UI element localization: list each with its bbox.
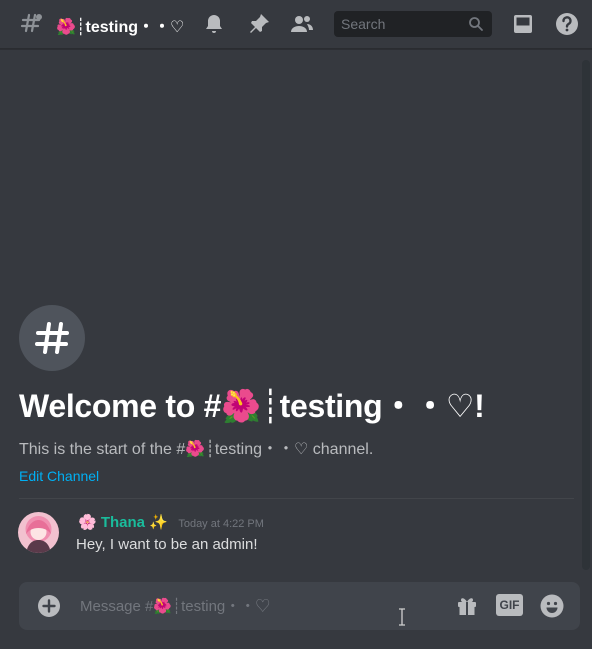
inbox-icon[interactable]	[511, 12, 535, 36]
scrollbar[interactable]	[582, 60, 590, 570]
message-header: 🌸 Thana ✨ Today at 4:22 PM	[78, 513, 264, 532]
add-attachment-icon[interactable]	[38, 595, 60, 617]
channel-title: 🌺┊testing・・♡	[56, 19, 185, 36]
help-icon[interactable]	[555, 12, 579, 36]
bell-icon[interactable]	[202, 12, 226, 36]
username[interactable]: 🌸 Thana ✨	[78, 514, 168, 531]
pin-icon[interactable]	[247, 12, 271, 36]
search-input[interactable]	[334, 11, 464, 37]
channel-header: 🌺┊testing・・♡	[0, 0, 592, 49]
welcome-heading: Welcome to #🌺┊testing・・♡!	[19, 388, 485, 424]
message-timestamp: Today at 4:22 PM	[178, 518, 264, 530]
gift-icon[interactable]	[455, 594, 479, 623]
search-bar[interactable]	[334, 11, 492, 37]
gif-button[interactable]: GIF	[496, 594, 523, 616]
message-composer: GIF	[19, 582, 580, 630]
edit-channel-link[interactable]: Edit Channel	[19, 468, 99, 484]
divider	[19, 498, 574, 499]
channel-start-text: This is the start of the #🌺┊testing・・♡ c…	[19, 441, 374, 458]
message-input[interactable]	[77, 582, 397, 630]
message-text: Hey, I want to be an admin!	[76, 536, 258, 553]
emoji-icon[interactable]	[540, 594, 564, 623]
channel-hash-icon	[19, 305, 85, 371]
search-icon	[468, 16, 484, 32]
text-cursor-icon	[398, 608, 406, 626]
avatar[interactable]	[18, 512, 59, 553]
threads-icon	[20, 11, 44, 35]
members-icon[interactable]	[290, 12, 314, 36]
